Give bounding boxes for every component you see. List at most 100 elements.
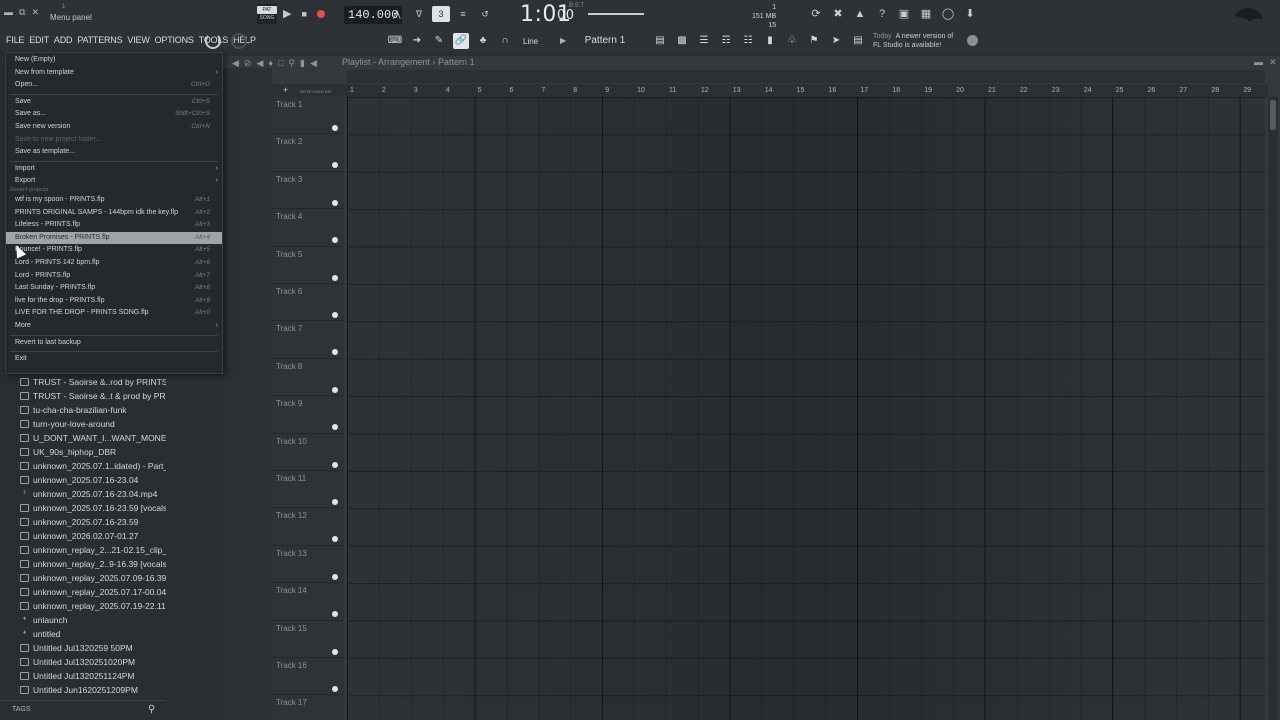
track-label[interactable]: Track 9 [276, 399, 302, 408]
browser-item[interactable]: unknown_2025.07.16-23.59 [20, 515, 166, 529]
track-label[interactable]: Track 13 [276, 549, 307, 558]
search-icon[interactable]: ⚲ [148, 704, 155, 715]
snap-icon[interactable]: ⊘ [244, 58, 252, 69]
track-mute-led-icon[interactable] [332, 424, 338, 431]
track-label[interactable]: Track 17 [276, 698, 307, 707]
slip-icon[interactable]: ◀ [256, 58, 263, 69]
file-menu-item[interactable]: Save as template... [15, 146, 218, 158]
pattern-arrow-icon[interactable]: ▶ [560, 36, 566, 45]
browser-item[interactable]: unknown_2026.02.07-01.27 [20, 529, 166, 543]
track-label[interactable]: Track 5 [276, 250, 302, 259]
browser-item[interactable]: unknown_replay_2025.07.17-00.04 [20, 585, 166, 599]
recent-project-item[interactable]: Last Sunday - PRINTS.flp Alt+8 [15, 282, 218, 294]
browser-item[interactable]: ♦ unlaunch [20, 613, 166, 627]
recent-project-item[interactable]: Lord - PRINTS.flp Alt+7 [15, 270, 218, 282]
browser-item[interactable]: TRUST - Saoirse &..t & prod by PRINTS [20, 389, 166, 403]
track-label[interactable]: Track 12 [276, 511, 307, 520]
loop-record-icon[interactable]: ↺ [476, 6, 494, 22]
browser-item[interactable]: ⫯ unknown_2025.07.16-23.04.mp4 [20, 487, 166, 501]
piano-roll-icon[interactable]: ▩ [674, 33, 690, 49]
track-mute-led-icon[interactable] [332, 199, 338, 206]
track-label[interactable]: Track 14 [276, 586, 307, 595]
track-label[interactable]: Track 6 [276, 287, 302, 296]
recent-project-item[interactable]: Bounce! - PRINTS.flp Alt+5 [15, 244, 218, 256]
browser-item[interactable]: unknown_replay_2...21-02.15_clip_1 [20, 543, 166, 557]
browser-item[interactable]: tu-cha-cha-brazilian-funk [20, 403, 166, 417]
vertical-scrollbar[interactable] [1268, 97, 1278, 720]
playlist-minimize-icon[interactable]: ▬ [1254, 57, 1263, 68]
track-mute-led-icon[interactable] [332, 386, 338, 393]
browser-item[interactable]: Untitled Jul1320251124PM [20, 669, 166, 683]
file-menu-item[interactable]: Save to new project folder... [15, 134, 218, 146]
browser-item[interactable]: Untitled Jul1320259 50PM [20, 641, 166, 655]
recent-project-item[interactable]: More › [15, 320, 218, 332]
track-mute-led-icon[interactable] [332, 573, 338, 580]
recent-project-item[interactable]: live for the drop - PRINTS.flp Alt+9 [15, 295, 218, 307]
magnet-icon[interactable]: ∩ [497, 33, 513, 49]
menu-add[interactable]: ADD [54, 35, 73, 45]
track-label[interactable]: Track 1 [276, 100, 302, 109]
recent-project-item[interactable]: Lifeless - PRINTS.flp Alt+3 [15, 219, 218, 231]
routing-icon[interactable]: ☷ [740, 33, 756, 49]
select-icon[interactable]: □ [278, 58, 283, 69]
channel-rack-icon[interactable]: ☰ [696, 33, 712, 49]
browser-item[interactable]: Untitled Jul1320251020PM [20, 655, 166, 669]
stamp-icon[interactable]: ♣ [475, 33, 491, 49]
arrow-left-icon[interactable]: ◀ [310, 58, 317, 69]
globe-icon[interactable] [967, 35, 978, 46]
track-label[interactable]: Track 15 [276, 624, 307, 633]
recent-project-item[interactable]: Lord - PRINTS 142 bpm.flp Alt+6 [15, 257, 218, 269]
track-mute-led-icon[interactable] [332, 125, 338, 131]
help-icon[interactable]: ? [874, 6, 890, 22]
zoom-icon[interactable]: ⚲ [288, 58, 295, 69]
pat-song-toggle[interactable]: PAT SONG [257, 4, 277, 24]
file-menu-item[interactable]: Import › [15, 163, 218, 175]
browser-item[interactable]: unknown_replay_2..9-16.39 [vocals] [20, 557, 166, 571]
options-arrow-icon[interactable]: ◀ [232, 58, 239, 69]
browser-item[interactable]: unknown_2025.07.16-23.59 [vocals] [20, 501, 166, 515]
track-mute-led-icon[interactable] [332, 274, 338, 281]
mixer-icon[interactable]: ☶ [718, 33, 734, 49]
recent-project-item[interactable]: LIVE FOR THE DROP - PRINTS SONG.flp Alt+0 [15, 307, 218, 319]
track-mute-led-icon[interactable] [332, 648, 338, 655]
track-mute-led-icon[interactable] [332, 349, 338, 356]
track-label[interactable]: Track 4 [276, 212, 302, 221]
draw-icon[interactable]: ♦ [268, 58, 273, 69]
browser-item[interactable]: unknown_replay_2025.07.19-22.11 [20, 599, 166, 613]
cart-icon[interactable]: ▤ [850, 33, 866, 49]
menu-view[interactable]: VIEW [127, 35, 149, 45]
plugin-icon[interactable]: ▦ [918, 6, 934, 22]
touch-keyboard-icon[interactable]: ⚑ [806, 33, 822, 49]
revert-backup-item[interactable]: Revert to last backup [15, 337, 218, 349]
browser-item[interactable]: U_DONT_WANT_I...WANT_MONEY (1) [20, 431, 166, 445]
menu-file[interactable]: FILE [6, 35, 24, 45]
master-pitch-knob-icon[interactable] [231, 33, 247, 49]
wait-input-icon[interactable]: ∇ [410, 6, 428, 22]
tags-label[interactable]: TAGS [12, 706, 31, 713]
keyboard-icon[interactable]: ⌨ [387, 33, 403, 49]
pattern-selector[interactable]: Pattern 1 [570, 33, 640, 49]
play-icon[interactable]: ▶ [283, 7, 291, 20]
add-track-icon[interactable]: + [283, 85, 288, 95]
pin-icon[interactable]: ✖ [830, 6, 846, 22]
plugin-picker-icon[interactable]: ♧ [784, 33, 800, 49]
track-mute-led-icon[interactable] [332, 499, 338, 505]
link-icon[interactable]: 🔗 [453, 33, 469, 49]
refresh-icon[interactable]: ⟳ [808, 6, 824, 22]
playlist-icon[interactable]: ▤ [652, 33, 668, 49]
minimize-icon[interactable]: ▬ [4, 7, 13, 18]
master-volume-knob-icon[interactable] [205, 33, 221, 49]
track-mute-led-icon[interactable] [332, 312, 338, 318]
recent-project-item[interactable]: PRINTS ORIGINAL SAMPS - 144bpm idk the k… [15, 207, 218, 219]
track-label[interactable]: Track 10 [276, 437, 307, 446]
exit-item[interactable]: Exit [15, 353, 218, 365]
chat-icon[interactable]: ◯ [940, 6, 956, 22]
save-icon[interactable]: ▣ [896, 6, 912, 22]
track-label[interactable]: Track 3 [276, 175, 302, 184]
playback-icon[interactable]: ▮ [300, 58, 305, 69]
horizontal-scrollbar[interactable] [347, 70, 1265, 83]
track-mute-led-icon[interactable] [332, 162, 338, 169]
record-icon[interactable] [316, 9, 325, 18]
recent-project-item[interactable]: Broken Promises - PRINTS.flp Alt+4 [6, 231, 222, 244]
pencil-icon[interactable]: ✎ [431, 33, 447, 49]
